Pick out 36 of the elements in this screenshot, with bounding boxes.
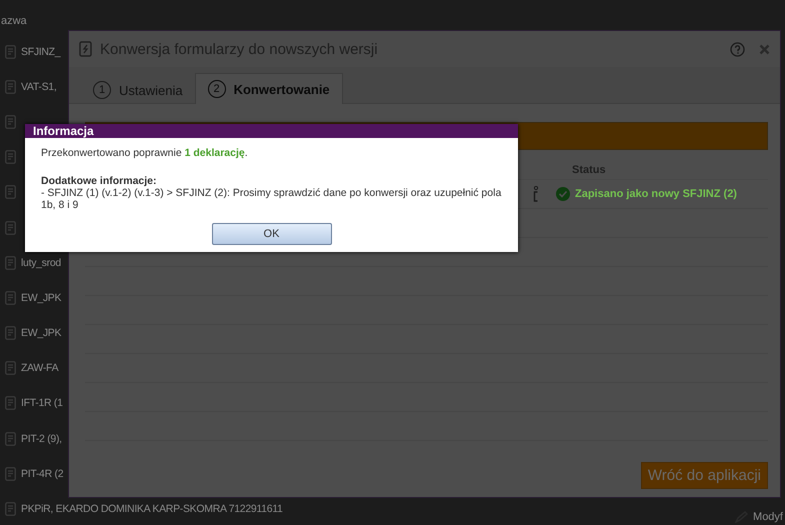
list-item[interactable]: ZAW-FA (21, 362, 58, 374)
modify-link[interactable]: Modyf (753, 511, 783, 523)
list-item[interactable]: EW_JPK (21, 292, 62, 304)
details-text: - SFJINZ (1) (v.1-2) (v.1-3) > SFJINZ (2): Prosimy sprawdzić dane po konwersji oraz uzupełnić pola 1b, 8 i 9 (41, 187, 502, 211)
close-icon[interactable] (759, 44, 770, 54)
list-item[interactable]: luty_srod (21, 256, 61, 269)
list-item[interactable]: PIT-4R (2 (21, 468, 64, 480)
ok-button[interactable]: OK (212, 223, 332, 245)
list-item[interactable]: PKPiR, EKARDO DOMINIKA KARP-SKOMRA 7122911611 (21, 503, 283, 516)
document-icon (5, 220, 16, 235)
document-icon (5, 256, 16, 270)
status-text: Zapisano jako nowy SFJINZ (2) (575, 188, 737, 200)
help-icon[interactable] (730, 42, 745, 56)
document-icon (5, 432, 16, 446)
document-icon (5, 150, 16, 164)
message-text: Przekonwertowano poprawnie 1 deklarację. (41, 147, 249, 159)
document-icon (5, 185, 16, 200)
document-icon (5, 80, 16, 94)
column-header: azwa (0, 14, 27, 29)
document-icon (5, 326, 16, 340)
list-item[interactable]: IFT-1R (1 (21, 397, 63, 410)
document-icon (5, 114, 16, 129)
document-icon (5, 44, 16, 59)
info-icon (533, 186, 539, 202)
document-icon (5, 396, 16, 410)
dialog-title: Informacja (33, 124, 94, 138)
list-item[interactable]: SFJINZ_ (21, 46, 60, 58)
document-icon (5, 361, 16, 376)
document-icon (5, 466, 16, 481)
details-title: Dodatkowe informacje: (41, 175, 158, 187)
list-item[interactable]: PIT-2 (9), (21, 432, 62, 445)
document-icon (5, 502, 16, 516)
list-item[interactable]: EW_JPK (21, 327, 62, 340)
document-icon (5, 290, 16, 305)
convert-document-icon (79, 41, 92, 57)
list-item[interactable]: VAT-S1, (21, 80, 56, 93)
